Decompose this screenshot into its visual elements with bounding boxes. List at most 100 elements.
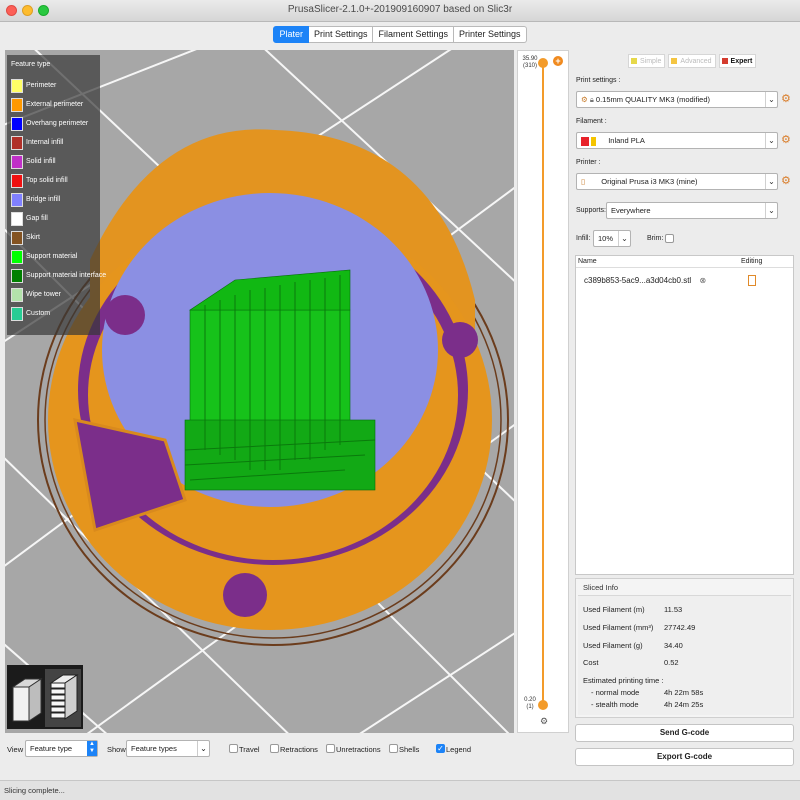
legend-label: Wipe tower xyxy=(26,291,62,298)
mode-advanced-button[interactable]: Advanced xyxy=(668,54,716,68)
legend-label: Overhang perimeter xyxy=(26,120,89,127)
object-list-header: Name Editing xyxy=(576,256,793,268)
chevron-down-icon: ⌄ xyxy=(765,92,777,107)
show-select[interactable]: Feature types ⌄ xyxy=(126,740,210,757)
legend-checkbox[interactable]: ✓ xyxy=(436,744,445,753)
filament-color-swatch xyxy=(581,136,589,146)
updown-arrows-icon: ▲ ▼ xyxy=(87,741,97,756)
view-toggle-panel xyxy=(7,665,83,729)
printer-value: Original Prusa i3 MK3 (mine) xyxy=(601,177,698,186)
legend-item: Custom xyxy=(11,307,101,321)
legend-swatch xyxy=(11,250,23,264)
simple-mode-dot-icon xyxy=(631,58,637,64)
sliced-info-table: Used Filament (m) 11.53 Used Filament (m… xyxy=(578,595,791,715)
main-tabs: Plater Print Settings Filament Settings … xyxy=(0,26,800,43)
3d-view-icon[interactable] xyxy=(11,678,43,722)
column-editing: Editing xyxy=(741,258,763,265)
supports-value: Everywhere xyxy=(611,206,651,215)
infill-label: Infill: xyxy=(576,235,591,242)
edit-object-icon[interactable] xyxy=(748,275,756,286)
export-gcode-button[interactable]: Export G-code xyxy=(575,748,794,766)
object-name: c389b853-5ac9...a3d04cb0.stl xyxy=(584,276,692,285)
legend-item: Top solid infill xyxy=(11,174,101,188)
printer-icon: ▯ xyxy=(581,177,586,186)
chevron-down-icon: ⌄ xyxy=(765,133,777,148)
filament-label: Filament : xyxy=(576,118,607,125)
edit-printer-icon[interactable]: ⚙ xyxy=(781,174,791,187)
status-bar: Slicing complete... xyxy=(0,780,800,800)
legend-item: Internal infill xyxy=(11,136,101,150)
supports-select[interactable]: Everywhere ⌄ xyxy=(606,202,778,219)
tab-printer-settings[interactable]: Printer Settings xyxy=(454,26,527,43)
stealth-mode-label: - stealth mode xyxy=(591,700,639,709)
object-row[interactable]: c389b853-5ac9...a3d04cb0.stl ⊗ xyxy=(584,276,706,285)
info-label: Used Filament (m) xyxy=(583,605,645,614)
object-settings-icon[interactable]: ⊗ xyxy=(699,276,706,285)
filament-color-swatch-accent xyxy=(591,136,597,146)
chevron-down-icon: ⌄ xyxy=(765,174,777,189)
layer-slider-track[interactable] xyxy=(542,66,544,701)
preview-layers-icon[interactable] xyxy=(45,669,81,727)
edit-print-settings-icon[interactable]: ⚙ xyxy=(781,92,791,105)
legend-label: Skirt xyxy=(26,234,40,241)
brim-checkbox[interactable] xyxy=(665,234,674,243)
legend-item: Gap fill xyxy=(11,212,101,226)
send-gcode-button[interactable]: Send G-code xyxy=(575,724,794,742)
status-text: Slicing complete... xyxy=(4,786,65,795)
estimated-time-title: Estimated printing time : xyxy=(583,676,664,685)
legend-label: Bridge infill xyxy=(26,196,61,203)
view-value: Feature type xyxy=(30,744,73,753)
legend-swatch xyxy=(11,79,23,93)
slider-settings-icon[interactable]: ⚙ xyxy=(540,716,548,727)
info-value: 27742.49 xyxy=(664,623,696,632)
tab-filament-settings[interactable]: Filament Settings xyxy=(373,26,455,43)
travel-label: Travel xyxy=(239,745,260,754)
print-settings-select[interactable]: ⚙ 🔒︎ 0.15mm QUALITY MK3 (modified) ⌄ xyxy=(576,91,778,108)
legend-swatch xyxy=(11,136,23,150)
legend-label: Support material interface xyxy=(26,272,107,279)
chevron-down-icon: ⌄ xyxy=(197,741,209,756)
lower-layer-thumb[interactable] xyxy=(538,700,548,710)
legend-item: Solid infill xyxy=(11,155,101,169)
travel-checkbox[interactable] xyxy=(229,744,238,753)
filament-select[interactable]: Inland PLA ⌄ xyxy=(576,132,778,149)
info-label: Used Filament (mm³) xyxy=(583,623,654,632)
add-color-change-button[interactable]: + xyxy=(553,56,563,66)
infill-value: 10% xyxy=(598,234,614,243)
printer-select[interactable]: ▯ Original Prusa i3 MK3 (mine) ⌄ xyxy=(576,173,778,190)
supports-label: Supports: xyxy=(576,207,606,214)
mode-simple-button[interactable]: Simple xyxy=(628,54,666,68)
chevron-down-icon: ⌄ xyxy=(618,231,630,246)
unretractions-checkbox[interactable] xyxy=(326,744,335,753)
brim-label: Brim: xyxy=(647,235,664,242)
edit-filament-icon[interactable]: ⚙ xyxy=(781,133,791,146)
mode-label: Simple xyxy=(640,58,662,65)
info-value: 0.52 xyxy=(664,658,679,667)
info-label: Cost xyxy=(583,658,599,667)
legend-swatch xyxy=(11,269,23,283)
view-label: View xyxy=(7,745,24,754)
legend-swatch xyxy=(11,117,23,131)
sliced-info-title: Sliced Info xyxy=(583,583,619,592)
legend-item: Wipe tower xyxy=(11,288,101,302)
mode-expert-button[interactable]: Expert xyxy=(718,54,757,68)
show-label: Show xyxy=(107,745,126,754)
tab-plater[interactable]: Plater xyxy=(273,26,309,43)
window-title: PrusaSlicer-2.1.0+-201909160907 based on… xyxy=(287,4,513,15)
expert-mode-dot-icon xyxy=(721,58,728,64)
shells-label: Shells xyxy=(399,745,420,754)
infill-select[interactable]: 10% ⌄ xyxy=(593,230,631,247)
tab-print-settings[interactable]: Print Settings xyxy=(308,26,374,43)
shells-checkbox[interactable] xyxy=(389,744,398,753)
view-select[interactable]: Feature type ▲ ▼ xyxy=(25,740,98,757)
legend-label: Custom xyxy=(26,310,51,317)
unretractions-label: Unretractions xyxy=(336,745,381,754)
upper-layer-thumb[interactable] xyxy=(538,58,548,68)
show-value: Feature types xyxy=(131,744,177,753)
stealth-mode-value: 4h 24m 25s xyxy=(664,700,704,709)
retractions-checkbox[interactable] xyxy=(270,744,279,753)
title-bar: PrusaSlicer-2.1.0+-201909160907 based on… xyxy=(0,0,800,22)
mode-label: Advanced xyxy=(680,58,712,65)
legend-swatch xyxy=(11,307,23,321)
legend-label: Support material xyxy=(26,253,78,260)
